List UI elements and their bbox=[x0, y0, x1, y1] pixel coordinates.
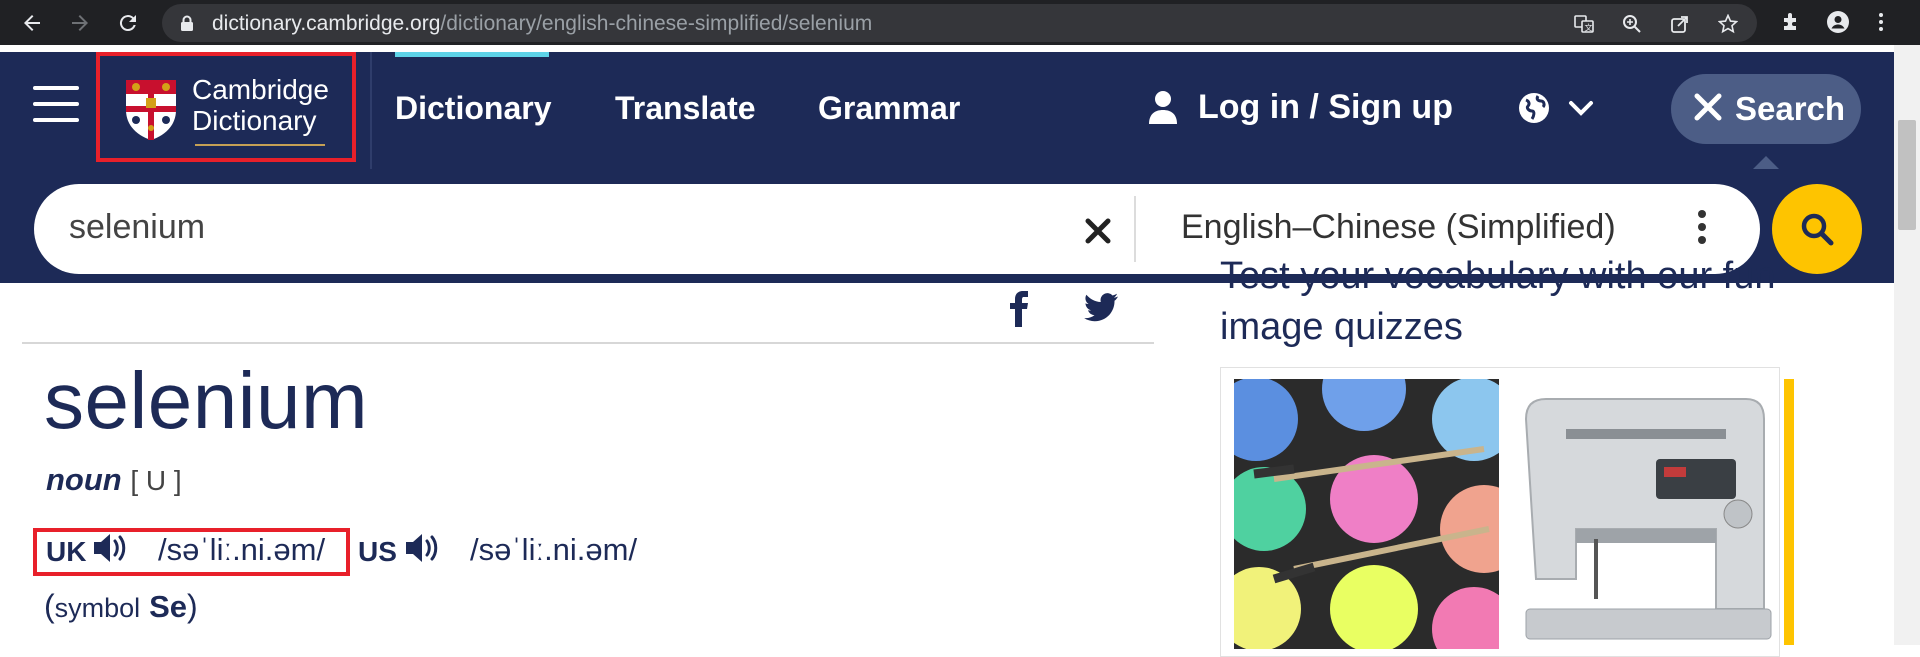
us-label: US bbox=[358, 536, 397, 567]
chemical-symbol: (symbol Se) bbox=[44, 588, 198, 624]
site-header: Cambridge Dictionary Dictionary Translat… bbox=[0, 52, 1894, 170]
address-bar[interactable]: dictionary.cambridge.org/dictionary/engl… bbox=[162, 4, 1757, 42]
extensions-icon[interactable] bbox=[1780, 11, 1802, 33]
url-text: dictionary.cambridge.org/dictionary/engl… bbox=[212, 12, 873, 35]
profile-icon[interactable] bbox=[1827, 11, 1849, 33]
hamburger-menu-icon[interactable] bbox=[33, 86, 79, 122]
login-signup-link[interactable]: Log in / Sign up bbox=[1198, 88, 1453, 127]
logo-underline bbox=[195, 144, 325, 146]
part-of-speech: noun [ U ] bbox=[46, 462, 182, 497]
dictionary-language-select[interactable]: English–Chinese (Simplified) bbox=[1181, 208, 1616, 247]
svg-text:文: 文 bbox=[1585, 23, 1593, 33]
share-icon[interactable] bbox=[1670, 14, 1690, 34]
user-icon[interactable] bbox=[1147, 90, 1179, 124]
quiz-sidebar: Test your vocabulary with our fun image … bbox=[1198, 255, 1872, 657]
field-divider bbox=[1134, 196, 1136, 262]
facebook-icon[interactable] bbox=[1006, 291, 1032, 327]
lock-icon bbox=[181, 15, 193, 31]
sewing-machine-image bbox=[1506, 379, 1774, 649]
paint-palette-image bbox=[1234, 379, 1499, 649]
headword: selenium bbox=[44, 356, 369, 445]
scrollbar-thumb[interactable] bbox=[1898, 120, 1916, 230]
nav-grammar[interactable]: Grammar bbox=[818, 90, 960, 127]
language-options-icon[interactable] bbox=[1698, 210, 1708, 246]
back-icon[interactable] bbox=[20, 11, 44, 35]
chevron-down-icon[interactable] bbox=[1567, 96, 1595, 120]
nav-translate[interactable]: Translate bbox=[615, 90, 756, 127]
content-divider bbox=[22, 342, 1154, 344]
cambridge-logo[interactable]: Cambridge Dictionary bbox=[96, 52, 356, 162]
browser-toolbar: dictionary.cambridge.org/dictionary/engl… bbox=[0, 0, 1920, 45]
search-pointer bbox=[1752, 156, 1780, 170]
zoom-icon[interactable] bbox=[1622, 14, 1642, 34]
search-toggle-button[interactable]: Search bbox=[1671, 74, 1861, 144]
uk-audio-icon[interactable] bbox=[92, 532, 130, 564]
us-ipa: /səˈliː.ni.əm/ bbox=[470, 532, 638, 567]
translate-icon[interactable]: 文 bbox=[1574, 14, 1594, 34]
active-tab-indicator bbox=[395, 52, 549, 57]
uk-label: UK bbox=[46, 536, 87, 567]
close-icon bbox=[1694, 93, 1722, 121]
nav-dictionary[interactable]: Dictionary bbox=[395, 90, 551, 127]
grammar-code: [ U ] bbox=[130, 465, 182, 496]
bookmark-star-icon[interactable] bbox=[1717, 13, 1739, 34]
us-audio-icon[interactable] bbox=[404, 532, 442, 564]
search-input[interactable]: selenium bbox=[69, 208, 205, 247]
logo-text: Cambridge Dictionary bbox=[192, 74, 329, 136]
shield-icon bbox=[126, 80, 176, 140]
uk-ipa: /səˈliː.ni.əm/ bbox=[158, 532, 326, 567]
clear-search-icon[interactable] bbox=[1084, 217, 1112, 245]
reload-icon[interactable] bbox=[116, 11, 140, 35]
twitter-icon[interactable] bbox=[1084, 293, 1118, 323]
menu-dots-icon[interactable] bbox=[1870, 11, 1892, 33]
quiz-title[interactable]: Test your vocabulary with our fun image … bbox=[1220, 251, 1840, 353]
search-toggle-label: Search bbox=[1735, 90, 1846, 127]
header-divider bbox=[370, 52, 372, 169]
image-quiz-card[interactable] bbox=[1220, 367, 1780, 657]
quiz-accent-stripe bbox=[1784, 379, 1794, 645]
search-icon bbox=[1801, 213, 1834, 246]
globe-icon[interactable] bbox=[1518, 92, 1550, 124]
forward-icon[interactable] bbox=[68, 11, 92, 35]
